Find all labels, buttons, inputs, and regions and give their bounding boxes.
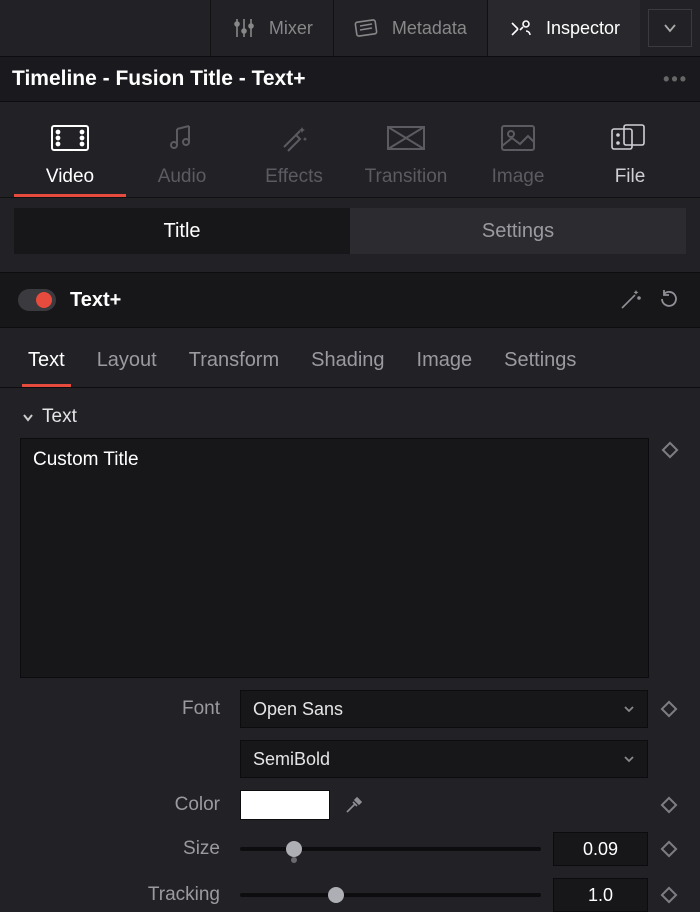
text-content-input[interactable] [20, 438, 649, 678]
chevron-down-icon [623, 702, 635, 716]
category-transition-label: Transition [365, 166, 448, 188]
segment-title[interactable]: Title [14, 208, 350, 254]
font-family-value: Open Sans [253, 699, 343, 720]
category-transition[interactable]: Transition [350, 120, 462, 197]
tab-mixer-label: Mixer [269, 18, 313, 39]
tab-inspector[interactable]: Inspector [487, 0, 640, 56]
category-effects-label: Effects [265, 166, 323, 188]
chevron-down-icon [623, 752, 635, 766]
param-font: Font Open Sans [20, 690, 680, 728]
segment-settings[interactable]: Settings [350, 208, 686, 254]
plugin-name: Text+ [70, 289, 121, 312]
font-family-select[interactable]: Open Sans [240, 690, 648, 728]
magic-wand-icon[interactable] [618, 288, 642, 312]
category-audio-label: Audio [158, 166, 207, 188]
size-slider[interactable] [240, 847, 541, 851]
color-label: Color [20, 794, 230, 816]
subtab-settings[interactable]: Settings [498, 349, 582, 387]
transition-icon [386, 120, 426, 156]
param-text [20, 438, 680, 678]
mixer-icon [231, 17, 257, 39]
tracking-label: Tracking [20, 884, 230, 906]
param-size: Size [20, 832, 680, 866]
section-text-header[interactable]: Text [0, 388, 700, 438]
more-menu-icon[interactable]: ••• [663, 69, 688, 90]
tab-inspector-label: Inspector [546, 18, 620, 39]
section-text-label: Text [42, 406, 77, 428]
keyframe-text[interactable] [659, 438, 680, 456]
category-audio[interactable]: Audio [126, 120, 238, 197]
title-settings-segment: Title Settings [14, 208, 686, 254]
keyframe-color[interactable] [658, 799, 680, 811]
parameters-panel: Font Open Sans SemiBold Color [0, 438, 700, 912]
font-label: Font [20, 698, 230, 720]
keyframe-size[interactable] [658, 843, 680, 855]
category-video-label: Video [46, 166, 94, 188]
subtab-transform[interactable]: Transform [183, 349, 285, 387]
plugin-enable-toggle[interactable] [18, 289, 56, 311]
subtab-text[interactable]: Text [22, 349, 71, 387]
plugin-header: Text+ [0, 272, 700, 328]
inspector-icon [508, 17, 534, 39]
clip-title-bar: Timeline - Fusion Title - Text+ ••• [0, 56, 700, 102]
tracking-slider[interactable] [240, 893, 541, 897]
tab-metadata-label: Metadata [392, 18, 467, 39]
chevron-down-icon [663, 23, 677, 33]
tab-metadata[interactable]: Metadata [333, 0, 487, 56]
segment-settings-label: Settings [482, 220, 554, 243]
tab-mixer[interactable]: Mixer [210, 0, 333, 56]
metadata-icon [354, 17, 380, 39]
font-style-value: SemiBold [253, 749, 330, 770]
category-file-label: File [615, 166, 646, 188]
category-image[interactable]: Image [462, 120, 574, 197]
category-image-label: Image [492, 166, 545, 188]
category-video[interactable]: Video [14, 120, 126, 197]
size-label: Size [20, 838, 230, 860]
clip-title: Timeline - Fusion Title - Text+ [12, 67, 305, 91]
tracking-input[interactable] [553, 878, 648, 912]
size-input[interactable] [553, 832, 648, 866]
eyedropper-icon[interactable] [342, 793, 366, 817]
workspace-tabs: Mixer Metadata Inspector [0, 0, 700, 56]
subtab-image[interactable]: Image [411, 349, 479, 387]
toggle-knob [36, 292, 52, 308]
keyframe-tracking[interactable] [658, 889, 680, 901]
audio-icon [167, 120, 197, 156]
video-icon [50, 120, 90, 156]
segment-title-label: Title [163, 220, 200, 243]
chevron-down-icon [22, 411, 34, 425]
category-file[interactable]: File [574, 120, 686, 197]
font-style-select[interactable]: SemiBold [240, 740, 648, 778]
param-tracking: Tracking [20, 878, 680, 912]
image-icon [500, 120, 536, 156]
effects-icon [278, 120, 310, 156]
param-font-style: SemiBold [20, 740, 680, 778]
subtab-shading[interactable]: Shading [305, 349, 390, 387]
property-subtabs: Text Layout Transform Shading Image Sett… [0, 328, 700, 388]
color-swatch[interactable] [240, 790, 330, 820]
category-effects[interactable]: Effects [238, 120, 350, 197]
keyframe-font[interactable] [658, 703, 680, 715]
file-icon [610, 120, 650, 156]
workspace-dropdown[interactable] [648, 9, 692, 47]
reset-icon[interactable] [658, 288, 682, 312]
subtab-layout[interactable]: Layout [91, 349, 163, 387]
param-color: Color [20, 790, 680, 820]
inspector-category-tabs: Video Audio Effects Transi [0, 102, 700, 198]
